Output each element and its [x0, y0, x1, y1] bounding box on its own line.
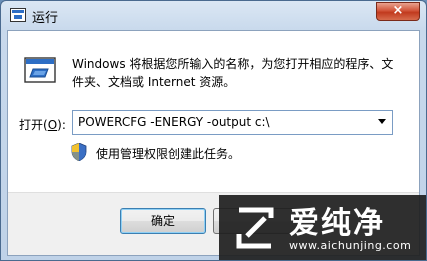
open-command-combobox[interactable]: POWERCFG -ENERGY -output c:\ [72, 110, 393, 135]
watermark-url: www.aichunjing.com [289, 239, 412, 252]
admin-privilege-note: 使用管理权限创建此任务。 [96, 147, 241, 161]
watermark-title: 爱纯净 [289, 206, 385, 241]
dialog-description: Windows 将根据您所输入的名称，为您打开相应的程序、文件夹、文档或 Int… [72, 57, 394, 89]
site-watermark: 爱纯净 www.aichunjing.com [219, 195, 426, 260]
close-button[interactable]: × [376, 2, 420, 21]
watermark-logo-icon [236, 207, 274, 249]
chevron-down-icon[interactable] [378, 119, 386, 124]
title-bar[interactable]: 运行 × [1, 1, 426, 29]
run-program-icon [24, 57, 56, 83]
open-label: 打开(O): [19, 118, 66, 132]
uac-shield-icon [71, 143, 87, 161]
run-window-icon [10, 8, 26, 22]
command-input[interactable]: POWERCFG -ENERGY -output c:\ [78, 115, 270, 129]
window-title: 运行 [32, 11, 59, 26]
run-dialog-window: 运行 × Windows 将根据您所输入的名称，为您打开相应的程序、文件夹、文档… [0, 0, 427, 261]
ok-button[interactable]: 确定 [120, 208, 206, 234]
